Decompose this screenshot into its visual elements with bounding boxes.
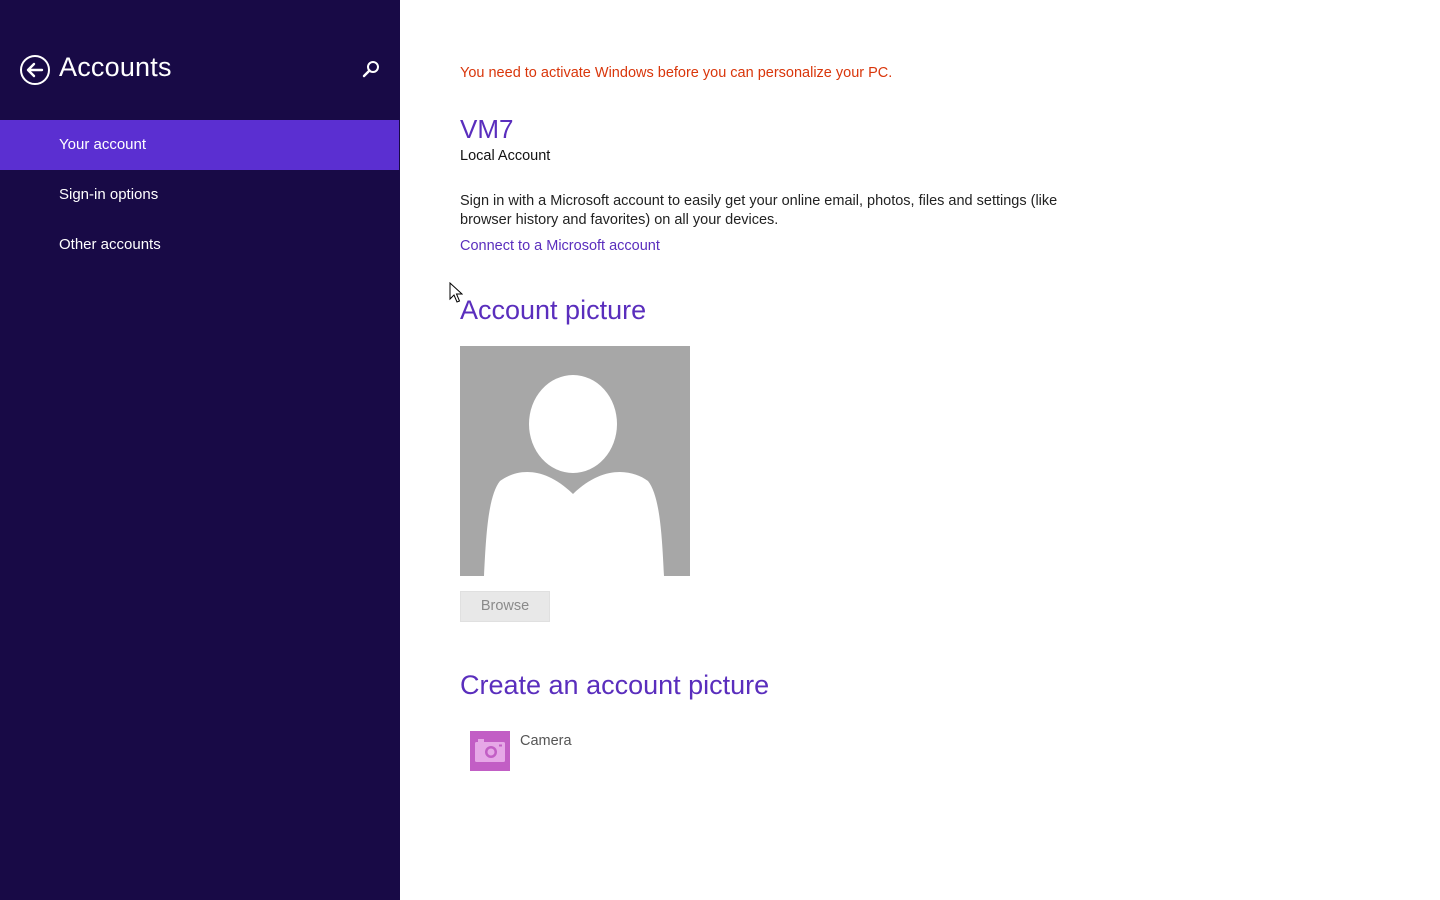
- account-type: Local Account: [460, 148, 551, 164]
- sidebar-title: Accounts: [59, 52, 172, 82]
- settings-window: Accounts Your account Sign-in options Ot…: [0, 0, 1440, 900]
- sidebar: Accounts Your account Sign-in options Ot…: [0, 0, 400, 900]
- camera-icon: [475, 739, 505, 762]
- sidebar-nav: Your account Sign-in options Other accou…: [0, 120, 400, 270]
- search-button[interactable]: [360, 59, 382, 81]
- account-picture: [460, 346, 690, 576]
- browse-button[interactable]: Browse: [460, 591, 550, 622]
- create-account-picture-heading: Create an account picture: [460, 670, 770, 700]
- user-name: VM7: [460, 114, 514, 144]
- camera-label[interactable]: Camera: [520, 733, 572, 749]
- back-button[interactable]: [19, 54, 51, 86]
- back-arrow-icon: [20, 55, 50, 85]
- sign-in-description: Sign in with a Microsoft account to easi…: [460, 193, 1058, 228]
- search-icon: [362, 61, 379, 78]
- sidebar-header: Accounts: [0, 50, 400, 92]
- user-silhouette-icon: [484, 374, 664, 576]
- account-picture-heading: Account picture: [460, 295, 647, 325]
- main-content: You need to activate Windows before you …: [400, 0, 1440, 900]
- sidebar-item-your-account[interactable]: Your account: [0, 120, 399, 170]
- sidebar-item-other-accounts[interactable]: Other accounts: [0, 220, 400, 270]
- activation-warning: You need to activate Windows before you …: [460, 65, 893, 81]
- camera-tile[interactable]: [470, 731, 510, 771]
- connect-microsoft-account-link[interactable]: Connect to a Microsoft account: [460, 238, 660, 254]
- sidebar-item-sign-in-options[interactable]: Sign-in options: [0, 170, 400, 220]
